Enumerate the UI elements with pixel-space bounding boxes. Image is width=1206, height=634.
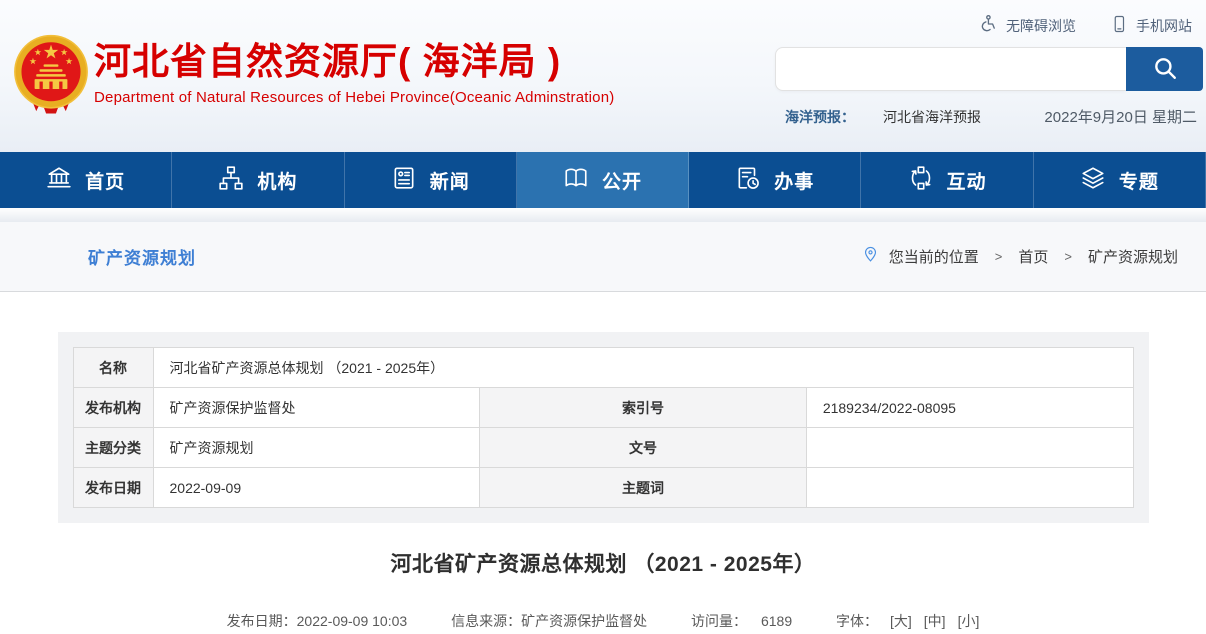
nav-divider-strip [0,208,1206,222]
topbar: 无障碍浏览 手机网站 [978,14,1192,37]
nav-label: 公开 [602,167,642,194]
publish-date-group: 发布日期：2022-09-09 10:03 [227,613,411,629]
table-row: 主题分类 矿产资源规划 文号 [73,428,1133,468]
news-icon [391,165,417,196]
nav-item-topics[interactable]: 专题 [1034,152,1206,208]
nav-label: 互动 [947,167,987,194]
category-value-cell: 矿产资源规划 [153,428,480,468]
site-header: 无障碍浏览 手机网站 [0,0,1206,152]
home-building-icon [46,165,72,196]
mobile-site-label: 手机网站 [1136,16,1192,36]
keywords-value-cell [806,468,1133,508]
wheelchair-accessibility-icon [978,14,998,37]
site-identity: 河北省自然资源厅( 海洋局 ) Department of Natural Re… [94,40,614,106]
page-title: 矿产资源规划 [88,244,196,269]
search-input[interactable] [775,47,1126,91]
name-value-cell: 河北省矿产资源总体规划 （2021 - 2025年） [153,348,1133,388]
accessibility-link[interactable]: 无障碍浏览 [978,14,1076,37]
nav-item-public-disclosure[interactable]: 公开 [517,152,689,208]
document-info-panel: 名称 河北省矿产资源总体规划 （2021 - 2025年） 发布机构 矿产资源保… [58,332,1149,523]
agency-value-cell: 矿产资源保护监督处 [153,388,480,428]
layers-icon [1080,165,1106,196]
views-label: 访问量： [691,613,747,629]
font-size-medium-button[interactable]: [中] [924,613,946,629]
table-row: 名称 河北省矿产资源总体规划 （2021 - 2025年） [73,348,1133,388]
service-clock-icon [735,165,761,196]
font-size-large-button[interactable]: [大] [890,613,912,629]
interaction-cycle-icon [908,165,934,196]
publish-date-value: 2022-09-09 10:03 [297,613,408,629]
source-label: 信息来源： [451,613,521,629]
site-title: 河北省自然资源厅( 海洋局 ) [94,40,614,84]
open-book-icon [563,165,589,196]
breadcrumb-current: 矿产资源规划 [1088,246,1178,267]
section-header-band: 矿产资源规划 您当前的位置 > 首页 > 矿产资源规划 [0,222,1206,292]
national-emblem-logo[interactable] [10,32,92,118]
search-icon [1152,55,1178,84]
main-nav: 首页 机构 新闻 公开 办事 互动 专题 [0,152,1206,208]
keywords-label-cell: 主题词 [480,468,807,508]
category-label-cell: 主题分类 [73,428,153,468]
accessibility-label: 无障碍浏览 [1006,16,1076,36]
source-value: 矿产资源保护监督处 [521,613,647,629]
forecast-label: 海洋预报： [785,107,855,127]
mobile-phone-icon [1110,14,1128,37]
name-label-cell: 名称 [73,348,153,388]
font-size-small-button[interactable]: [小] [958,613,980,629]
views-value: 6189 [761,613,792,629]
pubdate-label-cell: 发布日期 [73,468,153,508]
nav-label: 首页 [85,167,125,194]
nav-item-org[interactable]: 机构 [172,152,344,208]
breadcrumb-location-label: 您当前的位置 [889,246,979,267]
publish-date-label: 发布日期： [227,613,297,629]
nav-label: 新闻 [430,167,470,194]
location-pin-icon [862,245,879,268]
nav-label: 专题 [1119,167,1159,194]
pubdate-value-cell: 2022-09-09 [153,468,480,508]
breadcrumb-home-link[interactable]: 首页 [1018,246,1048,267]
search-button[interactable] [1126,47,1203,91]
nav-item-home[interactable]: 首页 [0,152,172,208]
table-row: 发布日期 2022-09-09 主题词 [73,468,1133,508]
mobile-site-link[interactable]: 手机网站 [1110,14,1192,37]
font-size-label: 字体： [836,613,878,629]
breadcrumb-separator: > [995,249,1003,264]
forecast-link[interactable]: 河北省海洋预报 [883,107,981,127]
breadcrumb: 您当前的位置 > 首页 > 矿产资源规划 [862,245,1178,268]
article-meta: 发布日期：2022-09-09 10:03 信息来源：矿产资源保护监督处 访问量… [0,611,1206,631]
font-size-group: 字体： [大] [中] [小] [836,613,979,629]
nav-item-news[interactable]: 新闻 [345,152,517,208]
forecast-row: 海洋预报： 河北省海洋预报 2022年9月20日 星期二 [785,106,1197,127]
article-title: 河北省矿产资源总体规划 （2021 - 2025年） [0,548,1206,578]
site-subtitle-en: Department of Natural Resources of Hebei… [94,89,614,106]
breadcrumb-separator: > [1064,249,1072,264]
org-chart-icon [218,165,244,196]
source-group: 信息来源：矿产资源保护监督处 [451,613,651,629]
nav-label: 机构 [257,167,297,194]
document-info-table: 名称 河北省矿产资源总体规划 （2021 - 2025年） 发布机构 矿产资源保… [73,347,1134,508]
doc-no-value-cell [806,428,1133,468]
index-value-cell: 2189234/2022-08095 [806,388,1133,428]
nav-item-services[interactable]: 办事 [689,152,861,208]
table-row: 发布机构 矿产资源保护监督处 索引号 2189234/2022-08095 [73,388,1133,428]
nav-item-interaction[interactable]: 互动 [861,152,1033,208]
nav-label: 办事 [774,167,814,194]
index-label-cell: 索引号 [480,388,807,428]
views-group: 访问量： 6189 [691,613,796,629]
agency-label-cell: 发布机构 [73,388,153,428]
search-bar [775,47,1203,91]
current-date: 2022年9月20日 星期二 [1044,106,1197,127]
doc-no-label-cell: 文号 [480,428,807,468]
